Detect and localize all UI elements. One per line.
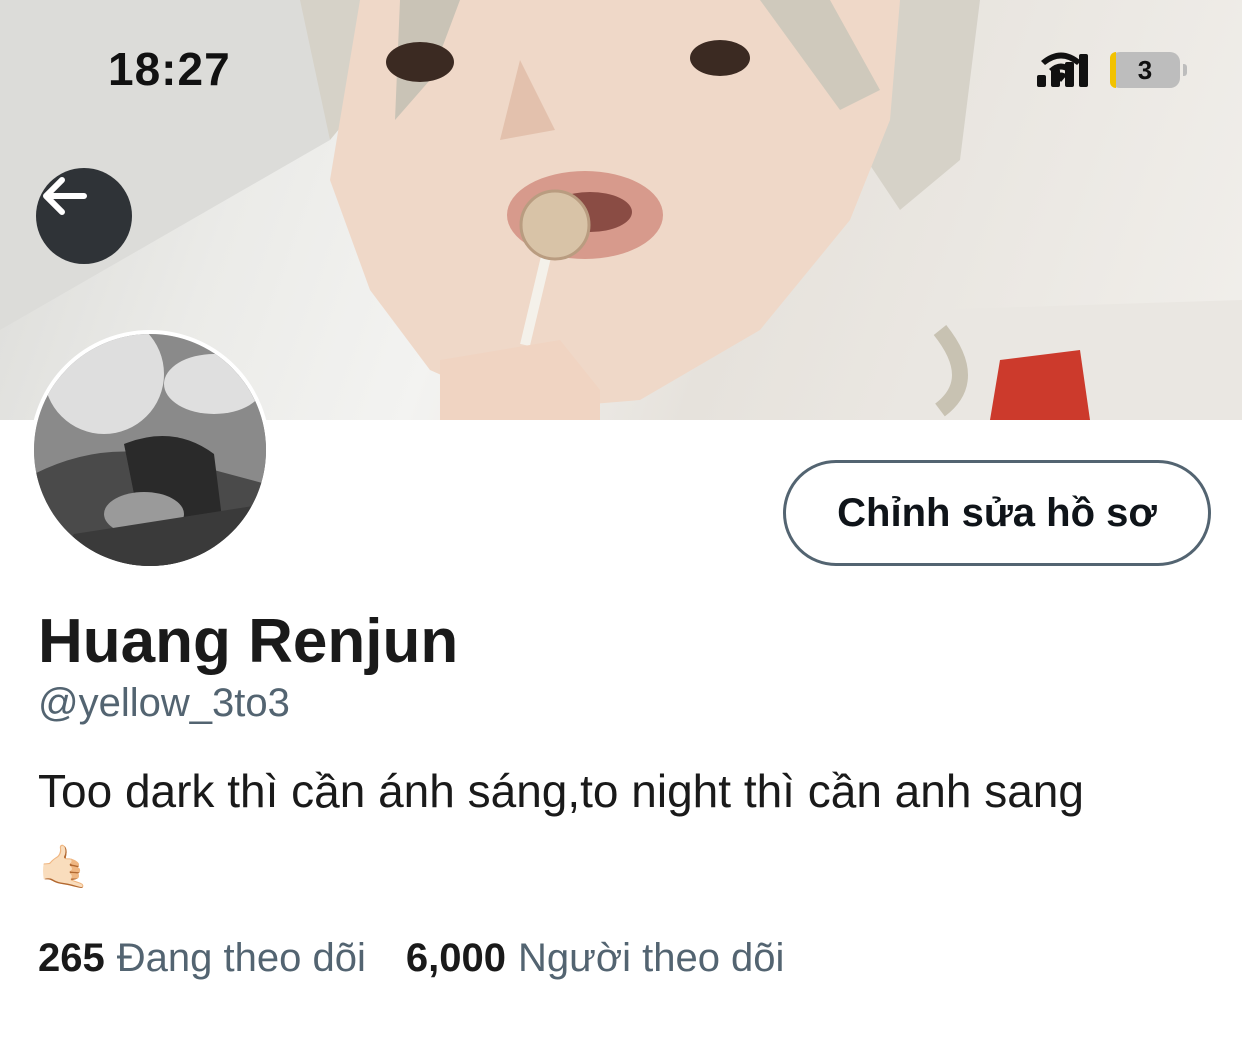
edit-profile-button[interactable]: Chỉnh sửa hồ sơ [783, 460, 1211, 566]
wifi-icon [1041, 52, 1081, 82]
back-button[interactable] [36, 168, 132, 264]
following-label: Đang theo dõi [116, 936, 366, 980]
arrow-left-icon [43, 177, 87, 215]
status-icons: 3 [1037, 48, 1187, 92]
profile-bio: Too dark thì cần ánh sáng,to night thì c… [38, 754, 1218, 904]
followers-label: Người theo dõi [517, 936, 785, 980]
bio-text: Too dark thì cần ánh sáng,to night thì c… [38, 765, 1084, 817]
battery-level: 3 [1137, 54, 1153, 85]
following-count: 265 [38, 936, 105, 980]
profile-screen: 18:27 3 Chỉnh sửa hồ sơ Huang Renjun @ye… [0, 0, 1242, 1062]
shaka-emoji-icon: 🤙🏻 [38, 843, 91, 890]
following-stat[interactable]: 265 Đang theo dõi [38, 936, 366, 981]
followers-count: 6,000 [405, 936, 506, 980]
followers-stat[interactable]: 6,000 Người theo dõi [406, 936, 785, 981]
avatar[interactable] [30, 330, 270, 570]
display-name: Huang Renjun [38, 607, 459, 676]
status-time: 18:27 [108, 43, 231, 95]
battery-icon: 3 [1110, 52, 1187, 88]
avatar-photo [34, 334, 266, 566]
user-handle: @yellow_3to3 [38, 681, 290, 725]
follow-stats: 265 Đang theo dõi 6,000 Người theo dõi [38, 936, 784, 981]
